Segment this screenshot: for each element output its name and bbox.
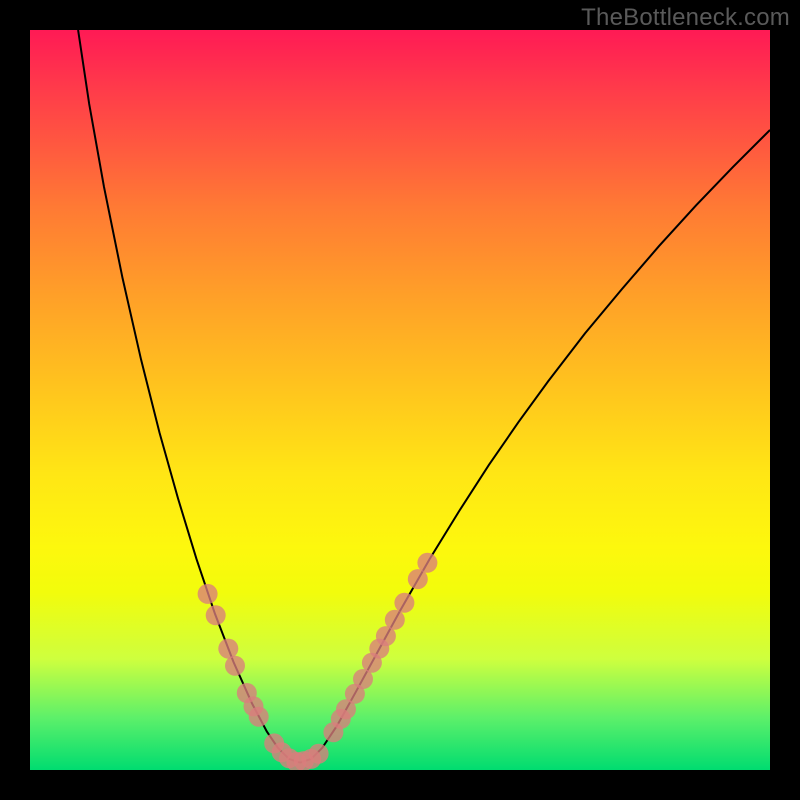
plot-area — [30, 30, 770, 770]
data-marker — [309, 744, 329, 764]
data-marker — [417, 553, 437, 573]
chart-frame: TheBottleneck.com — [0, 0, 800, 800]
data-marker — [218, 639, 238, 659]
data-marker — [385, 610, 405, 630]
chart-svg — [30, 30, 770, 770]
data-marker — [225, 656, 245, 676]
highlight-markers-group — [198, 553, 438, 770]
data-marker — [206, 605, 226, 625]
data-marker — [249, 707, 269, 727]
data-marker — [198, 584, 218, 604]
watermark-text: TheBottleneck.com — [581, 4, 790, 32]
bottleneck-curve — [78, 30, 770, 763]
data-marker — [394, 593, 414, 613]
